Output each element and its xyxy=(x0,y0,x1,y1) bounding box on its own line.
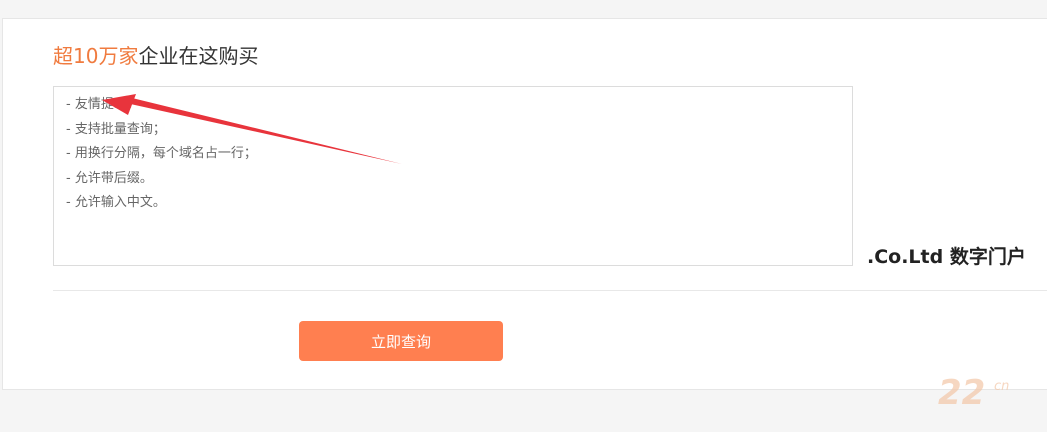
search-button[interactable]: 立即查询 xyxy=(299,321,503,361)
divider xyxy=(53,290,1047,291)
hint-line: - 支持批量查询； xyxy=(66,121,166,137)
title-accent: 超10万家 xyxy=(53,44,139,68)
hint-line: - 友情提示： xyxy=(66,97,140,112)
hint-line: - 允许输入中文。 xyxy=(66,195,166,210)
hint-line: - 允许带后缀。 xyxy=(66,170,153,186)
query-panel: 超10万家企业在这购买 - 友情提示： - 支持批量查询； - 用换行分隔，每个… xyxy=(2,18,1047,390)
hint-line: - 用换行分隔，每个域名占一行； xyxy=(66,146,257,161)
page-title: 超10万家企业在这购买 xyxy=(53,44,258,68)
company-suffix-label: .Co.Ltd 数字门户 xyxy=(867,246,1026,268)
domain-textarea[interactable]: - 友情提示： - 支持批量查询； - 用换行分隔，每个域名占一行； - 允许带… xyxy=(53,86,853,266)
title-rest: 企业在这购买 xyxy=(138,44,259,68)
